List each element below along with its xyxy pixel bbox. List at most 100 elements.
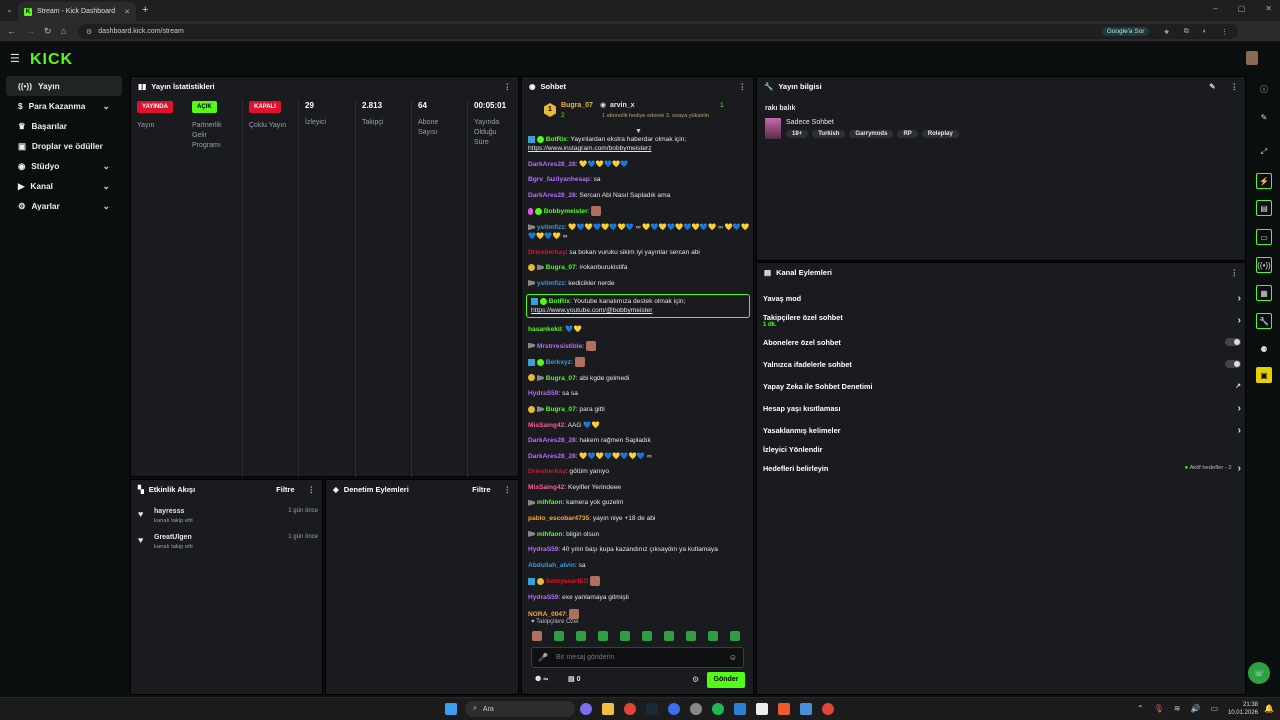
chat-username[interactable]: pablo_escobar4735 [528, 515, 589, 522]
chat-username[interactable]: ystimfizz [537, 224, 565, 231]
bookmark-star-icon[interactable]: ★ [1163, 28, 1169, 36]
broadcast-icon[interactable]: ((•)) [1256, 257, 1272, 273]
chat-username[interactable]: mlhfaon [537, 499, 563, 506]
emote[interactable] [620, 631, 630, 641]
vscode-icon[interactable] [734, 703, 746, 715]
more-options-icon[interactable]: ⋮ [739, 82, 747, 91]
filter-button[interactable]: Filtre [472, 485, 490, 494]
chat-username[interactable]: mlhfaon [537, 531, 563, 538]
chat-username[interactable]: MisSaing42 [528, 484, 564, 491]
home-icon[interactable]: ⌂ [61, 26, 66, 36]
steam-icon[interactable] [646, 703, 658, 715]
more-options-icon[interactable]: ⋮ [504, 82, 512, 91]
goals-row[interactable]: Hedefleri belirleyin ● Aktif hedefler - … [763, 459, 1241, 477]
chat-username[interactable]: DarkAres28_28 [528, 192, 576, 199]
wifi-icon[interactable]: ≋ [1174, 704, 1181, 713]
emotes-only-toggle[interactable] [1225, 360, 1241, 368]
app-icon[interactable] [800, 703, 812, 715]
reload-icon[interactable]: ↻ [44, 26, 52, 37]
minimize-icon[interactable]: – [1213, 4, 1217, 13]
leaderboard-user[interactable]: Bugra_07 [561, 102, 593, 109]
chat-username[interactable]: Berkxyz [546, 359, 571, 366]
battery-icon[interactable]: ▭ [1210, 704, 1218, 713]
chevron-up-icon[interactable]: ⌃ [1137, 704, 1144, 713]
back-icon[interactable]: ← [7, 26, 16, 36]
chevron-down-icon[interactable]: ▼ [635, 128, 642, 135]
emote[interactable] [708, 631, 718, 641]
emote[interactable] [664, 631, 674, 641]
chat-username[interactable]: ystimfizz [537, 280, 565, 287]
chat-username[interactable]: Sentyuserl57 [546, 578, 587, 585]
note-icon[interactable]: ▣ [1256, 367, 1272, 383]
send-button[interactable]: Gönder [707, 672, 745, 688]
points-display[interactable]: ⚈ ∞ [535, 675, 548, 683]
chat-username[interactable]: Bugra_07 [546, 375, 576, 382]
chat-username[interactable]: HydraS59 [528, 594, 558, 601]
activity-user[interactable]: hayresss [154, 508, 184, 515]
category-thumbnail[interactable] [765, 118, 781, 139]
close-tab-icon[interactable]: ✕ [124, 8, 130, 16]
tab-list-icon[interactable]: ⌄ [6, 5, 13, 14]
emote[interactable] [554, 631, 564, 641]
tag[interactable]: 18+ [786, 130, 809, 138]
copilot-icon[interactable] [580, 703, 592, 715]
chat-username[interactable]: Driesberkay [528, 468, 566, 475]
volume-icon[interactable]: 🔊 [1190, 704, 1200, 713]
filter-button[interactable]: Filtre [276, 485, 294, 494]
chat-username[interactable]: HydraS59 [528, 546, 558, 553]
emote[interactable] [532, 631, 542, 641]
menu-dots-icon[interactable]: ⋮ [1221, 28, 1228, 36]
sidebar-item-para-kazanma[interactable]: $ Para Kazanma ⌄ [6, 96, 122, 116]
chat-username[interactable]: Driesberkay [528, 249, 566, 256]
chat-username[interactable]: BotRix [546, 136, 567, 143]
lightning-icon[interactable]: ⚡ [1256, 173, 1272, 189]
emote[interactable] [686, 631, 696, 641]
chat-username[interactable]: DarkAres28_28 [528, 161, 576, 168]
app-icon[interactable] [690, 703, 702, 715]
more-options-icon[interactable]: ⋮ [1231, 82, 1239, 91]
chat-username[interactable]: hasankekil [528, 326, 562, 333]
sidebar-item-kanal[interactable]: ▶ Kanal ⌄ [6, 176, 122, 196]
chat-username[interactable]: MisSaing42 [528, 422, 564, 429]
chat-link[interactable]: https://www.instagram.com/bobbymeisterz [528, 145, 652, 152]
nodes-icon[interactable]: ⚈ [1256, 341, 1272, 357]
more-options-icon[interactable]: ⋮ [504, 485, 512, 494]
profile-icon[interactable]: ◐ [1203, 28, 1207, 36]
chat-input[interactable]: 🎤 Bir mesaj gönderin ☺ [531, 647, 744, 668]
emote[interactable] [598, 631, 608, 641]
ai-moderation-row[interactable]: Yapay Zeka ile Sohbet Denetimi ↗ [763, 377, 1241, 395]
sidebar-item-droplar[interactable]: ▣ Droplar ve ödüller [6, 136, 122, 156]
help-chat-icon[interactable]: ☏ [1248, 662, 1270, 684]
chat-username[interactable]: Bugra_07 [546, 264, 576, 271]
emoji-icon[interactable]: ☺ [729, 653, 737, 662]
tag[interactable]: Roleplay [921, 130, 959, 138]
maximize-icon[interactable]: ▢ [1238, 4, 1246, 13]
info-icon[interactable]: ⓘ [1256, 81, 1272, 97]
google-ask-button[interactable]: Google'a Sor [1101, 27, 1150, 36]
activity-user[interactable]: GreatUlgen [154, 534, 192, 541]
leaderboard-user[interactable]: arvin_x [610, 102, 635, 109]
brave-icon[interactable] [778, 703, 790, 715]
chat-username[interactable]: HydraS59 [528, 390, 558, 397]
more-options-icon[interactable]: ⋮ [308, 485, 316, 494]
chat-username[interactable]: Abdullah_alvin [528, 562, 575, 569]
edit-pencil-icon[interactable]: ✎ [1209, 82, 1215, 91]
sidebar-item-ayarlar[interactable]: ⚙ Ayarlar ⌄ [6, 196, 122, 216]
notification-icon[interactable]: 🔔 [1264, 704, 1274, 713]
chrome-icon[interactable] [624, 703, 636, 715]
chat-username[interactable]: Bugra_07 [546, 406, 576, 413]
kick-logo[interactable]: KICK [30, 51, 73, 69]
chat-username[interactable]: DarkAres28_28 [528, 437, 576, 444]
url-field[interactable]: ⚙ dashboard.kick.com/stream Google'a Sor… [78, 24, 1238, 39]
tag[interactable]: RP [897, 130, 918, 138]
chat-username[interactable]: DarkAres28_28 [528, 453, 576, 460]
stream-category[interactable]: Sadece Sohbet [786, 119, 834, 126]
sidebar-item-studyo[interactable]: ◉ Stüdyo ⌄ [6, 156, 122, 176]
gear-icon[interactable]: ⚙ [692, 675, 699, 684]
chat-link[interactable]: https://www.youtube.com/@bobbymeister [531, 307, 652, 314]
extensions-icon[interactable]: ⧉ [1184, 28, 1189, 36]
slow-mode-row[interactable]: Yavaş mod › [763, 289, 1241, 307]
tag[interactable]: Turkish [812, 130, 846, 138]
avatar[interactable] [1246, 51, 1258, 65]
hamburger-menu-icon[interactable]: ☰ [10, 52, 20, 65]
